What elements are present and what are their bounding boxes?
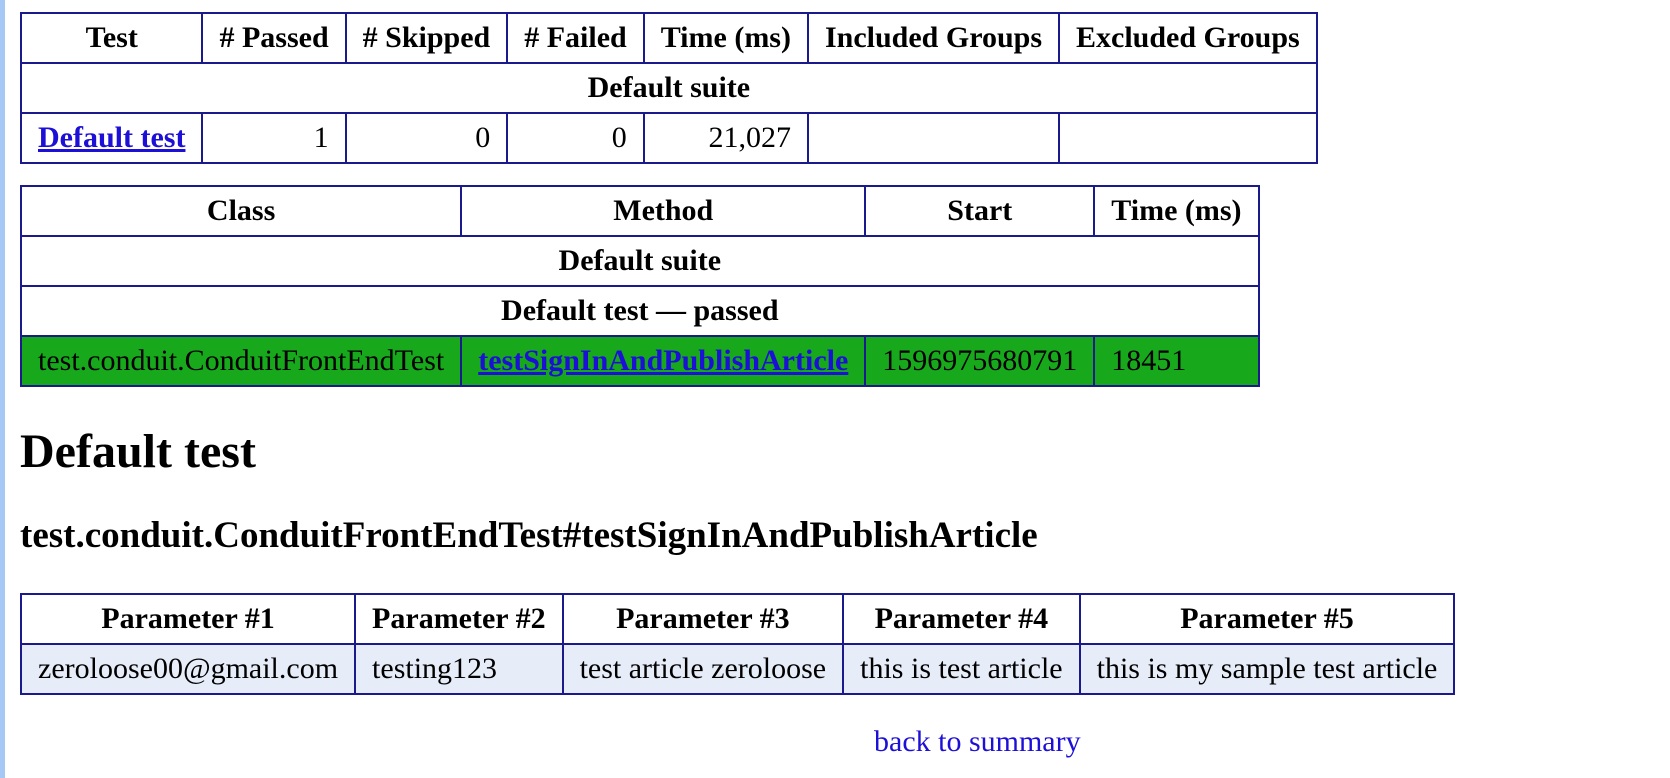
- passed-count: 1: [201, 112, 347, 164]
- method-duration: 18451: [1093, 335, 1260, 387]
- header-included-groups: Included Groups: [806, 12, 1061, 64]
- param-5-value: this is my sample test article: [1078, 643, 1456, 695]
- header-start: Start: [864, 185, 1096, 237]
- back-to-summary-link[interactable]: back to summary: [874, 722, 1081, 762]
- header-param-5: Parameter #5: [1078, 593, 1456, 645]
- param-1-value: zeroloose00@gmail.com: [19, 643, 357, 695]
- summary-table: Test # Passed # Skipped # Failed Time (m…: [19, 12, 1318, 164]
- time-value: 21,027: [642, 112, 809, 164]
- header-method: Method: [460, 185, 867, 237]
- header-time: Time (ms): [642, 12, 809, 64]
- test-name-cell: Default test: [19, 112, 204, 164]
- params-values-row: zeroloose00@gmail.com testing123 test ar…: [19, 643, 1456, 695]
- header-method-time: Time (ms): [1093, 185, 1260, 237]
- failed-count: 0: [506, 112, 645, 164]
- summary-test-row: Default test 1 0 0 21,027: [19, 112, 1318, 164]
- param-2-value: testing123: [354, 643, 564, 695]
- method-cell: testSignInAndPublishArticle: [460, 335, 867, 387]
- summary-header-row: Test # Passed # Skipped # Failed Time (m…: [19, 12, 1318, 64]
- header-param-4: Parameter #4: [842, 593, 1081, 645]
- param-4-value: this is test article: [842, 643, 1081, 695]
- default-test-link[interactable]: Default test: [38, 121, 185, 154]
- test-status-label: Default test — passed: [20, 285, 1260, 337]
- header-excluded-groups: Excluded Groups: [1058, 12, 1318, 64]
- method-link[interactable]: testSignInAndPublishArticle: [478, 344, 848, 377]
- params-header-row: Parameter #1 Parameter #2 Parameter #3 P…: [19, 593, 1456, 645]
- header-skipped: # Skipped: [344, 12, 509, 64]
- header-param-1: Parameter #1: [19, 593, 357, 645]
- class-name: test.conduit.ConduitFrontEndTest: [19, 335, 463, 387]
- section-title: Default test: [20, 425, 256, 478]
- methods-suite-row: Default suite: [20, 235, 1260, 287]
- left-border-strip: [0, 0, 5, 778]
- summary-suite-row: Default suite: [20, 62, 1318, 114]
- header-test: Test: [19, 12, 204, 64]
- excluded-groups-value: [1058, 112, 1318, 164]
- header-param-2: Parameter #2: [354, 593, 564, 645]
- parameters-table: Parameter #1 Parameter #2 Parameter #3 P…: [19, 593, 1456, 695]
- methods-suite-label: Default suite: [20, 235, 1260, 287]
- methods-test-row: Default test — passed: [20, 285, 1260, 337]
- included-groups-value: [806, 112, 1061, 164]
- header-param-3: Parameter #3: [561, 593, 845, 645]
- skipped-count: 0: [344, 112, 509, 164]
- header-passed: # Passed: [201, 12, 347, 64]
- suite-label: Default suite: [20, 62, 1318, 114]
- methods-header-row: Class Method Start Time (ms): [19, 185, 1260, 237]
- method-row-passed: test.conduit.ConduitFrontEndTest testSig…: [19, 335, 1260, 387]
- start-time: 1596975680791: [864, 335, 1096, 387]
- header-failed: # Failed: [506, 12, 645, 64]
- method-title: test.conduit.ConduitFrontEndTest#testSig…: [20, 515, 1038, 556]
- param-3-value: test article zeroloose: [561, 643, 845, 695]
- header-class: Class: [19, 185, 463, 237]
- methods-table: Class Method Start Time (ms) Default sui…: [19, 185, 1260, 387]
